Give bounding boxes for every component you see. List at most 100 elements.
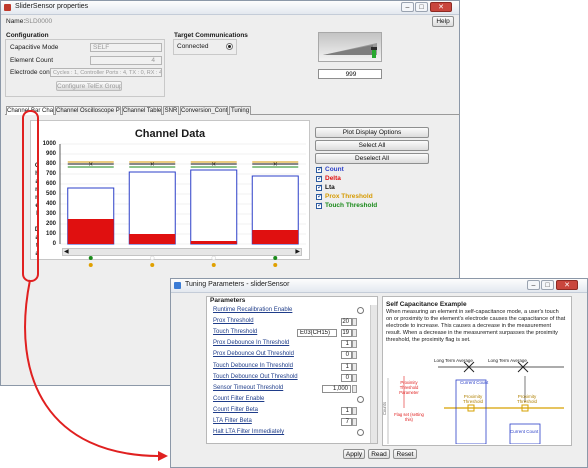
help-text: When measuring an element in self-capaci… [386,309,566,343]
tuning-titlebar: Tuning Parameters - sliderSensor – □ ✕ [171,279,587,293]
parameter-label[interactable]: Touch Debounce Out Threshold [213,374,298,380]
diagram-counts-label: Counts [382,401,388,416]
touch-status-dot [88,256,93,260]
close-button[interactable]: ✕ [430,2,452,12]
chart-horizontal-scrollbar[interactable]: ◀ ▶ [62,248,302,256]
prox-status-dot [211,263,216,267]
spinner-arrows-icon[interactable] [352,340,357,348]
parameter-label[interactable]: Halt LTA Filter Immediately [213,429,284,435]
highlight-annotation [22,110,39,282]
plot-display-options-button[interactable]: Plot Display Options [315,127,429,138]
parameter-value-field[interactable]: 19 [341,329,352,337]
parameter-label[interactable]: Prox Debounce Out Threshold [213,351,294,357]
tab-channel-oscilloscope-plot[interactable]: Channel Oscilloscope Plot [55,106,121,115]
tab-snr[interactable]: SNR [163,106,179,115]
main-window-title: SliderSensor properties [15,3,89,10]
element-count-label: Element Count [10,57,53,64]
configure-telex-groups-button[interactable]: Configure TelEx Groups [56,81,122,91]
reset-button[interactable]: Reset [393,449,417,459]
lta-marker: × [211,161,216,168]
tuning-maximize-button[interactable]: □ [541,280,554,290]
legend-delta-checkbox[interactable] [316,174,323,182]
spinner-arrows-icon[interactable] [352,407,357,415]
parameter-value-field[interactable]: 7 [341,418,352,426]
delta-bar [129,234,176,244]
parameter-value-field[interactable]: 1 [341,363,352,371]
parameter-value-field[interactable]: 0 [341,351,352,359]
spinner-arrows-icon[interactable] [352,363,357,371]
parameter-label[interactable]: Prox Debounce In Threshold [213,340,289,346]
parameter-value-field[interactable]: 1,000 [322,385,351,393]
parameter-value-field[interactable]: 20 [341,318,352,326]
tuning-close-button[interactable]: ✕ [556,280,578,290]
parameter-label[interactable]: Runtime Recalibration Enable [213,307,292,313]
main-titlebar: SliderSensor properties – □ ✕ [1,1,459,15]
legend-prox-threshold: Prox Threshold [325,193,373,200]
lta-marker: × [88,161,93,168]
parameter-toggle[interactable] [357,396,364,403]
slider-readout: 999 [318,69,382,79]
y-tick-label: 400 [45,201,56,207]
parameter-label[interactable]: Count Filter Enable [213,396,264,402]
diagram-current-count-1: Current Count [460,380,489,385]
parameter-toggle[interactable] [357,307,364,314]
tuning-window-title: Tuning Parameters - sliderSensor [185,281,290,288]
slider-graphic [323,43,377,58]
element-select[interactable]: E03(CH15) [297,329,337,337]
scroll-right-arrow-icon[interactable]: ▶ [295,248,300,255]
touch-status-dot [273,256,278,260]
tab-conversion-control[interactable]: Conversion_Control [180,106,228,115]
chart-title: Channel Data [134,128,206,140]
spinner-arrows-icon[interactable] [352,318,357,326]
parameter-value-field[interactable]: 0 [341,374,352,382]
parameter-label[interactable]: Count Filter Beta [213,407,258,413]
app-icon [4,4,11,11]
spinner-arrows-icon[interactable] [352,374,357,382]
slider-widget[interactable] [318,32,382,62]
read-button[interactable]: Read [368,449,390,459]
legend-prox-threshold-checkbox[interactable] [316,192,323,200]
connected-radio-dot [228,45,231,48]
legend-lta-checkbox[interactable] [316,183,323,191]
tab-tuning[interactable]: Tuning [229,106,251,115]
legend-touch-threshold-checkbox[interactable] [316,201,323,209]
help-title: Self Capacitance Example [386,301,467,308]
spinner-arrows-icon[interactable] [352,329,357,337]
spinner-arrows-icon[interactable] [352,385,357,393]
apply-button[interactable]: Apply [343,449,365,459]
maximize-button[interactable]: □ [415,2,428,12]
diagram-long-term-average-1: Long Term Average [434,358,473,363]
y-tick-label: 200 [45,221,56,227]
spinner-arrows-icon[interactable] [352,351,357,359]
parameter-label[interactable]: Prox Threshold [213,318,254,324]
prox-status-dot [88,263,93,267]
delta-bar [190,241,237,244]
configuration-heading: Configuration [6,32,49,39]
y-tick-label: 100 [45,231,56,237]
select-all-button[interactable]: Select All [315,140,429,151]
lta-marker: × [273,161,278,168]
electrode-config-select[interactable]: Cycles : 1, Controller Ports : 4, TX : 0… [50,68,162,77]
parameter-value-field[interactable]: 1 [341,340,352,348]
parameter-label[interactable]: Touch Threshold [213,329,257,335]
target-communications-heading: Target Communications [174,32,248,39]
lta-marker: × [150,161,155,168]
tab-channel-table[interactable]: Channel Table [122,106,162,115]
minimize-button[interactable]: – [401,2,414,12]
parameter-label[interactable]: LTA Filter Beta [213,418,252,424]
parameter-toggle[interactable] [357,429,364,436]
element-count-field[interactable]: 4 [90,56,162,65]
capacitive-mode-select[interactable]: SELF [90,43,162,52]
spinner-arrows-icon[interactable] [352,418,357,426]
parameters-scrollbar[interactable] [370,305,377,443]
legend-count-checkbox[interactable] [316,165,323,173]
scroll-left-arrow-icon[interactable]: ◀ [64,248,69,255]
deselect-all-button[interactable]: Deselect All [315,153,429,164]
parameter-label[interactable]: Sensor Timeout Threshold [213,385,283,391]
legend-touch-threshold: Touch Threshold [325,202,378,209]
help-button[interactable]: Help [432,16,454,27]
parameter-label[interactable]: Touch Debounce In Threshold [213,363,293,369]
parameter-value-field[interactable]: 1 [341,407,352,415]
delta-bar [67,219,114,244]
tuning-minimize-button[interactable]: – [527,280,540,290]
